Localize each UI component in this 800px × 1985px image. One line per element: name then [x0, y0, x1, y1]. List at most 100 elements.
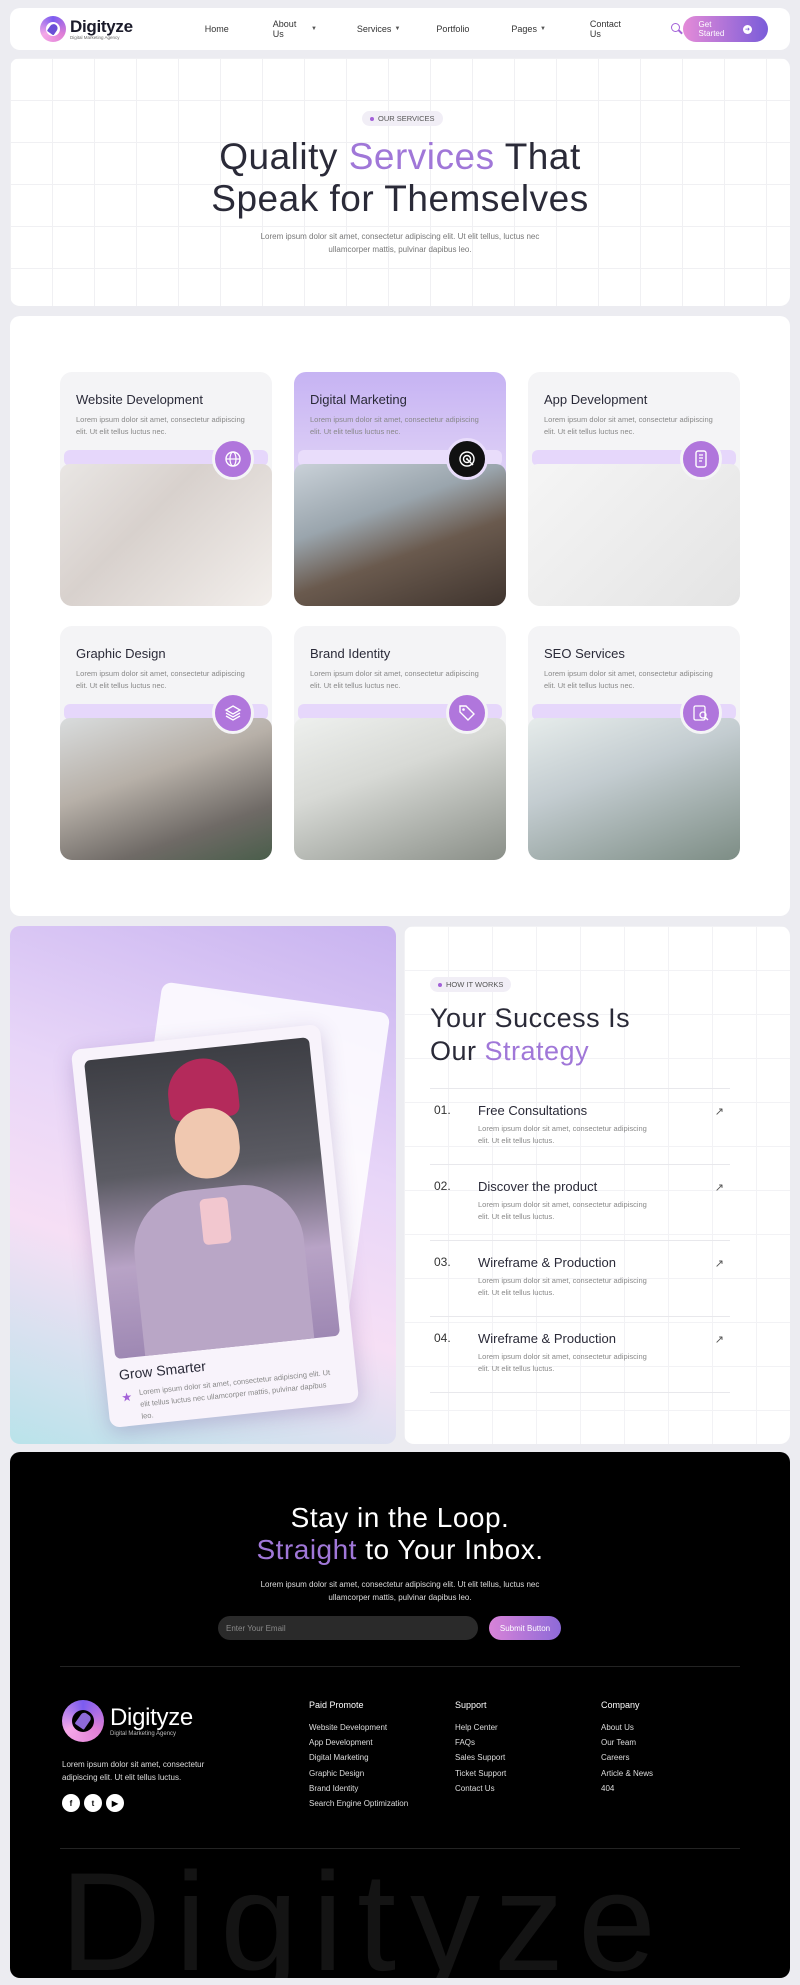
footer-link[interactable]: FAQs — [455, 1735, 506, 1750]
arrow-up-right-icon[interactable]: ↗ — [715, 1105, 724, 1118]
photo-card: Grow Smarter ★ Lorem ipsum dolor sit ame… — [70, 1023, 360, 1429]
footer-link[interactable]: Website Development — [309, 1720, 408, 1735]
footer-link[interactable]: About Us — [601, 1720, 653, 1735]
footer-logo[interactable]: Digityze Digital Marketing Agency — [62, 1700, 193, 1742]
nav-link-label: Contact Us — [589, 19, 621, 39]
nav-link-pages[interactable]: Pages ▼ — [511, 24, 545, 34]
hero-title: Quality Services That Speak for Themselv… — [10, 136, 790, 220]
nav-link-home[interactable]: Home — [205, 24, 229, 34]
service-title: Website Development — [76, 392, 203, 407]
service-card-digital-marketing[interactable]: Digital Marketing Lorem ipsum dolor sit a… — [294, 372, 506, 606]
step-number: 04. — [434, 1331, 451, 1345]
hero-title-part: Quality — [219, 136, 349, 177]
newsletter-heading: Stay in the Loop. Straight to Your Inbox… — [10, 1502, 790, 1566]
footer-link[interactable]: Sales Support — [455, 1750, 506, 1765]
submit-button[interactable]: Submit Button — [489, 1616, 561, 1640]
globe-icon[interactable] — [212, 438, 254, 480]
how-title-part: Our — [430, 1036, 485, 1066]
step-title: Free Consultations — [478, 1103, 588, 1118]
service-card-brand-identity[interactable]: Brand Identity Lorem ipsum dolor sit amet… — [294, 626, 506, 860]
service-title: SEO Services — [544, 646, 625, 661]
service-title: Digital Marketing — [310, 392, 407, 407]
nav-links: Home About Us ▼ Services ▼ Portfolio Pages ▼ Con… — [205, 19, 633, 39]
service-image — [294, 464, 506, 606]
step-description: Lorem ipsum dolor sit amet, consectetur … — [478, 1276, 647, 1297]
target-icon[interactable] — [446, 438, 488, 480]
footer-link[interactable]: Brand Identity — [309, 1781, 408, 1796]
nav-link-label: Services — [356, 24, 392, 34]
footer-link[interactable]: Help Center — [455, 1720, 506, 1735]
email-field[interactable] — [218, 1616, 478, 1640]
service-title: Graphic Design — [76, 646, 166, 661]
footer-link[interactable]: Our Team — [601, 1735, 653, 1750]
footer-link[interactable]: Careers — [601, 1750, 653, 1765]
process-step[interactable]: 01. Free Consultations Lorem ipsum dolor s… — [430, 1088, 730, 1164]
footer-link[interactable]: Search Engine Optimization — [309, 1796, 408, 1811]
footer-link[interactable]: 404 — [601, 1781, 653, 1796]
process-step[interactable]: 03. Wireframe & Production Lorem ipsum dol… — [430, 1240, 730, 1316]
step-description: Lorem ipsum dolor sit amet, consectetur … — [478, 1124, 647, 1145]
hero-section: OUR SERVICES Quality Services That Speak… — [10, 58, 790, 306]
get-started-label: Get Started — [698, 20, 725, 38]
service-card-seo-services[interactable]: SEO Services Lorem ipsum dolor sit amet, … — [528, 626, 740, 860]
star-icon: ★ — [120, 1389, 133, 1405]
service-image — [60, 464, 272, 606]
footer-link[interactable]: App Development — [309, 1735, 408, 1750]
newsletter-description: Lorem ipsum dolor sit amet, consectetur … — [260, 1580, 540, 1602]
youtube-icon[interactable]: ▶ — [106, 1794, 124, 1812]
arrow-up-right-icon[interactable]: ↗ — [715, 1181, 724, 1194]
chevron-down-icon: ▼ — [539, 26, 546, 32]
service-image — [60, 718, 272, 860]
hero-title-part: That — [494, 136, 581, 177]
social-links: f t ▶ — [62, 1794, 124, 1812]
nav-link-services[interactable]: Services ▼ — [357, 24, 400, 34]
nav-link-portfolio[interactable]: Portfolio — [436, 24, 469, 34]
layers-icon[interactable] — [212, 692, 254, 734]
service-description: Lorem ipsum dolor sit amet, consectetur … — [544, 669, 713, 690]
footer-link[interactable]: Ticket Support — [455, 1766, 506, 1781]
service-card-website-development[interactable]: Website Development Lorem ipsum dolor sit… — [60, 372, 272, 606]
nav-link-about-us[interactable]: About Us ▼ — [273, 19, 317, 39]
service-description: Lorem ipsum dolor sit amet, consectetur … — [76, 669, 245, 690]
logo[interactable]: Digityze Digital Marketing Agency — [40, 16, 133, 42]
pill-label: OUR SERVICES — [378, 114, 435, 123]
step-title: Wireframe & Production — [478, 1255, 616, 1270]
divider — [430, 1392, 730, 1393]
nav-link-contact-us[interactable]: Contact Us — [590, 19, 633, 39]
footer-link[interactable]: Graphic Design — [309, 1766, 408, 1781]
mobile-app-icon[interactable] — [680, 438, 722, 480]
process-step[interactable]: 04. Wireframe & Production Lorem ipsum dol… — [430, 1316, 730, 1392]
arrow-up-right-icon[interactable]: ↗ — [715, 1257, 724, 1270]
facebook-icon[interactable]: f — [62, 1794, 80, 1812]
service-card-graphic-design[interactable]: Graphic Design Lorem ipsum dolor sit amet… — [60, 626, 272, 860]
arrow-up-right-icon[interactable]: ↗ — [715, 1333, 724, 1346]
divider — [60, 1848, 740, 1849]
service-card-app-development[interactable]: App Development Lorem ipsum dolor sit ame… — [528, 372, 740, 606]
step-number: 02. — [434, 1179, 451, 1193]
footer-link[interactable]: Article & News — [601, 1766, 653, 1781]
service-title: Brand Identity — [310, 646, 391, 661]
footer-logo-subtitle: Digital Marketing Agency — [110, 1730, 177, 1737]
how-it-works-section: HOW IT WORKS Your Success Is Our Strateg… — [404, 926, 790, 1444]
footer-logo-title: Digityze — [110, 1703, 193, 1731]
hero-description: Lorem ipsum dolor sit amet, consectetur … — [260, 232, 540, 254]
nav-link-label: Pages — [511, 24, 537, 34]
pill-label: HOW IT WORKS — [446, 980, 504, 989]
process-step[interactable]: 02. Discover the product Lorem ipsum dolor… — [430, 1164, 730, 1240]
get-started-button[interactable]: Get Started ➜ — [682, 16, 768, 42]
tag-icon[interactable] — [446, 692, 488, 734]
footer-link[interactable]: Contact Us — [455, 1781, 506, 1796]
how-it-works-image-panel: Grow Smarter ★ Lorem ipsum dolor sit ame… — [10, 926, 396, 1444]
service-image — [528, 464, 740, 606]
chevron-down-icon: ▼ — [394, 26, 401, 32]
service-image — [528, 718, 740, 860]
seo-search-icon[interactable] — [680, 692, 722, 734]
step-title: Wireframe & Production — [478, 1331, 616, 1346]
newsletter-heading-line1: Stay in the Loop. — [290, 1502, 510, 1533]
nav-link-label: About Us — [272, 19, 297, 39]
twitter-icon[interactable]: t — [84, 1794, 102, 1812]
footer-column-title: Support — [455, 1700, 487, 1710]
footer-link[interactable]: Digital Marketing — [309, 1750, 408, 1765]
service-title: App Development — [544, 392, 648, 407]
search-icon[interactable] — [670, 23, 683, 35]
